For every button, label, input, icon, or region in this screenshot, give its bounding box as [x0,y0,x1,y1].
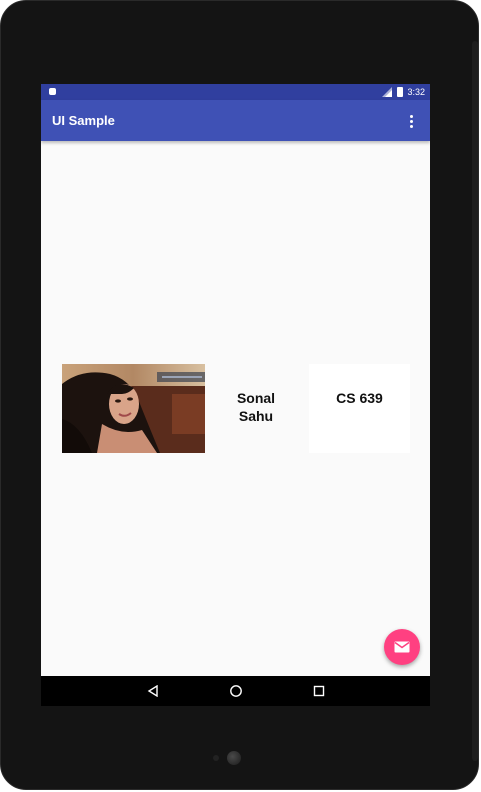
course-card: CS 639 [309,364,410,453]
status-icons: 3:32 [382,86,425,98]
student-name: Sonal Sahu [216,389,296,425]
tablet-frame: 3:32 UI Sample Sonal Sahu CS 639 [0,0,479,790]
status-bar: 3:32 [41,84,430,100]
navigation-bar [41,676,430,706]
device-screen: 3:32 UI Sample Sonal Sahu CS 639 [41,84,430,706]
mail-icon [394,641,410,653]
more-vert-icon[interactable] [402,112,420,130]
camera-lens [227,751,241,765]
back-icon[interactable] [145,683,161,699]
signal-icon [382,87,393,97]
course-label: CS 639 [336,390,383,406]
name-last: Sahu [238,408,274,424]
profile-photo [62,364,205,453]
app-title: UI Sample [52,113,115,128]
tablet-side-edge [472,41,478,761]
notification-icon [49,88,56,95]
battery-icon [397,87,404,97]
recents-icon[interactable] [311,683,327,699]
app-bar: UI Sample [41,100,430,141]
mail-fab-button[interactable] [384,629,420,665]
status-time: 3:32 [407,87,425,97]
sensor-dot [213,755,219,761]
home-icon[interactable] [228,683,244,699]
name-first: Sonal [236,390,276,406]
